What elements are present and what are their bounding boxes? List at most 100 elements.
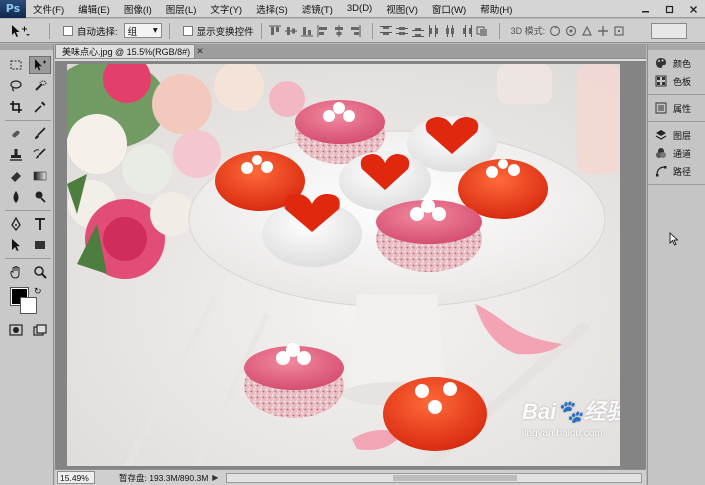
layers-icon bbox=[655, 130, 667, 140]
mode-3d-label: 3D 模式: bbox=[510, 26, 546, 36]
document-tab[interactable]: 美味点心.jpg @ 15.5%(RGB/8#) ✕ bbox=[55, 44, 204, 58]
gradient-tool-icon[interactable] bbox=[29, 167, 51, 185]
show-transform-checkbox[interactable]: 显示变换控件 bbox=[182, 24, 254, 38]
panel-properties-label: 属性 bbox=[673, 103, 692, 114]
eraser-tool-icon[interactable] bbox=[5, 167, 27, 185]
type-tool-icon[interactable] bbox=[29, 215, 51, 233]
align-right-icon[interactable] bbox=[349, 24, 362, 37]
panel-group-color: 颜色 色板 bbox=[648, 50, 705, 95]
tool-separator bbox=[5, 210, 51, 211]
swap-colors-icon[interactable]: ↻ bbox=[34, 286, 42, 297]
auto-select-dropdown[interactable]: 组 ▾ bbox=[123, 23, 162, 38]
quick-selection-tool-icon[interactable] bbox=[29, 77, 51, 95]
show-transform-box[interactable] bbox=[182, 25, 193, 36]
auto-select-value: 组 bbox=[127, 26, 138, 38]
hand-tool-icon[interactable] bbox=[5, 263, 27, 281]
screen-mode-icon[interactable] bbox=[29, 321, 51, 339]
history-brush-tool-icon[interactable] bbox=[29, 146, 51, 164]
menu-view[interactable]: 视图(V) bbox=[379, 2, 425, 16]
distribute-vcenter-icon[interactable] bbox=[396, 24, 409, 37]
panel-properties[interactable]: 属性 bbox=[648, 99, 705, 117]
panel-swatches[interactable]: 色板 bbox=[648, 72, 705, 90]
quick-mask-icon[interactable] bbox=[5, 321, 27, 339]
watermark-logo: Bai🐾经验 bbox=[522, 399, 620, 424]
menu-image[interactable]: 图像(I) bbox=[117, 2, 159, 16]
path-selection-tool-icon[interactable] bbox=[5, 236, 27, 254]
panel-layers[interactable]: 图层 bbox=[648, 126, 705, 144]
move-tool-icon[interactable] bbox=[29, 56, 51, 74]
swatch-palette-icon bbox=[656, 58, 666, 68]
canvas-area[interactable]: Bai🐾经验 jingyan.baidu.com bbox=[55, 61, 646, 469]
mouse-cursor-icon bbox=[669, 232, 679, 246]
menu-file[interactable]: 文件(F) bbox=[26, 2, 71, 16]
scale-3d-icon[interactable] bbox=[612, 24, 625, 37]
swatches-grid-icon bbox=[655, 75, 667, 87]
roll-3d-icon[interactable] bbox=[564, 24, 577, 37]
clone-stamp-tool-icon[interactable] bbox=[5, 146, 27, 164]
workspace-switcher[interactable] bbox=[651, 23, 687, 39]
align-vcenter-icon[interactable] bbox=[285, 24, 298, 37]
menu-layer[interactable]: 图层(L) bbox=[159, 2, 204, 16]
tool-separator bbox=[5, 120, 51, 121]
lasso-tool-icon[interactable] bbox=[5, 77, 27, 95]
brush-tool-icon[interactable] bbox=[29, 125, 51, 143]
zoom-level-field[interactable]: 15.49% bbox=[57, 471, 95, 484]
channels-icon bbox=[656, 148, 666, 158]
pen-tool-icon[interactable] bbox=[5, 215, 27, 233]
status-menu-icon[interactable]: ▶ bbox=[212, 473, 218, 482]
menu-type[interactable]: 文字(Y) bbox=[203, 2, 249, 16]
slide-3d-icon[interactable] bbox=[596, 24, 609, 37]
menu-3d[interactable]: 3D(D) bbox=[340, 3, 379, 14]
panel-group-layers: 图层 通道 路径 bbox=[648, 122, 705, 185]
distribute-hcenter-icon[interactable] bbox=[444, 24, 457, 37]
distribute-top-icon[interactable] bbox=[380, 24, 393, 37]
align-bottom-icon[interactable] bbox=[301, 24, 314, 37]
watermark: Bai🐾经验 jingyan.baidu.com bbox=[522, 394, 620, 439]
crop-tool-icon[interactable] bbox=[5, 98, 27, 116]
document-image[interactable]: Bai🐾经验 jingyan.baidu.com bbox=[67, 64, 620, 466]
panel-channels[interactable]: 通道 bbox=[648, 144, 705, 162]
tool-preset-picker[interactable] bbox=[4, 22, 42, 40]
menu-filter[interactable]: 滤镜(T) bbox=[295, 2, 340, 16]
align-top-icon[interactable] bbox=[269, 24, 282, 37]
menu-window[interactable]: 窗口(W) bbox=[425, 2, 473, 16]
align-hcenter-icon[interactable] bbox=[333, 24, 346, 37]
dodge-tool-icon[interactable] bbox=[29, 188, 51, 206]
eyedropper-tool-icon[interactable] bbox=[29, 98, 51, 116]
close-icon[interactable] bbox=[681, 0, 705, 18]
document-info: 暂存盘: 193.3M/890.3M bbox=[119, 472, 209, 483]
tools-panel: ↻ bbox=[0, 44, 54, 485]
minimize-icon[interactable] bbox=[633, 0, 657, 18]
panel-group-properties: 属性 bbox=[648, 95, 705, 122]
show-transform-label: 显示变换控件 bbox=[196, 26, 254, 38]
photoshop-window: Ps 文件(F) 编辑(E) 图像(I) 图层(L) 文字(Y) 选择(S) 滤… bbox=[0, 0, 705, 485]
scrollbar-thumb[interactable] bbox=[392, 474, 517, 481]
zoom-tool-icon[interactable] bbox=[29, 263, 51, 281]
restore-icon[interactable] bbox=[657, 0, 681, 18]
auto-select-checkbox[interactable]: 自动选择: bbox=[63, 24, 118, 38]
close-icon[interactable]: ✕ bbox=[196, 46, 204, 57]
distribute-bottom-icon[interactable] bbox=[412, 24, 425, 37]
panel-paths-label: 路径 bbox=[673, 166, 692, 177]
panel-paths[interactable]: 路径 bbox=[648, 162, 705, 180]
status-bar: 15.49% 暂存盘: 193.3M/890.3M ▶ bbox=[55, 469, 646, 485]
background-color-swatch[interactable] bbox=[20, 297, 37, 314]
healing-brush-tool-icon[interactable] bbox=[5, 125, 27, 143]
drag-3d-icon[interactable] bbox=[580, 24, 593, 37]
distribute-right-icon[interactable] bbox=[460, 24, 473, 37]
rectangle-tool-icon[interactable] bbox=[29, 236, 51, 254]
horizontal-scrollbar[interactable] bbox=[226, 472, 642, 483]
paths-icon bbox=[656, 166, 667, 177]
blur-tool-icon[interactable] bbox=[5, 188, 27, 206]
distribute-left-icon[interactable] bbox=[428, 24, 441, 37]
menu-select[interactable]: 选择(S) bbox=[249, 2, 295, 16]
menu-edit[interactable]: 编辑(E) bbox=[71, 2, 117, 16]
marquee-tool-icon[interactable] bbox=[5, 56, 27, 74]
auto-select-box[interactable] bbox=[63, 25, 73, 36]
auto-align-icon[interactable] bbox=[476, 24, 489, 37]
menu-help[interactable]: 帮助(H) bbox=[473, 2, 519, 16]
panel-channels-label: 通道 bbox=[673, 148, 692, 159]
align-left-icon[interactable] bbox=[317, 24, 330, 37]
rotate-3d-icon[interactable] bbox=[548, 24, 561, 37]
panel-color[interactable]: 颜色 bbox=[648, 54, 705, 72]
